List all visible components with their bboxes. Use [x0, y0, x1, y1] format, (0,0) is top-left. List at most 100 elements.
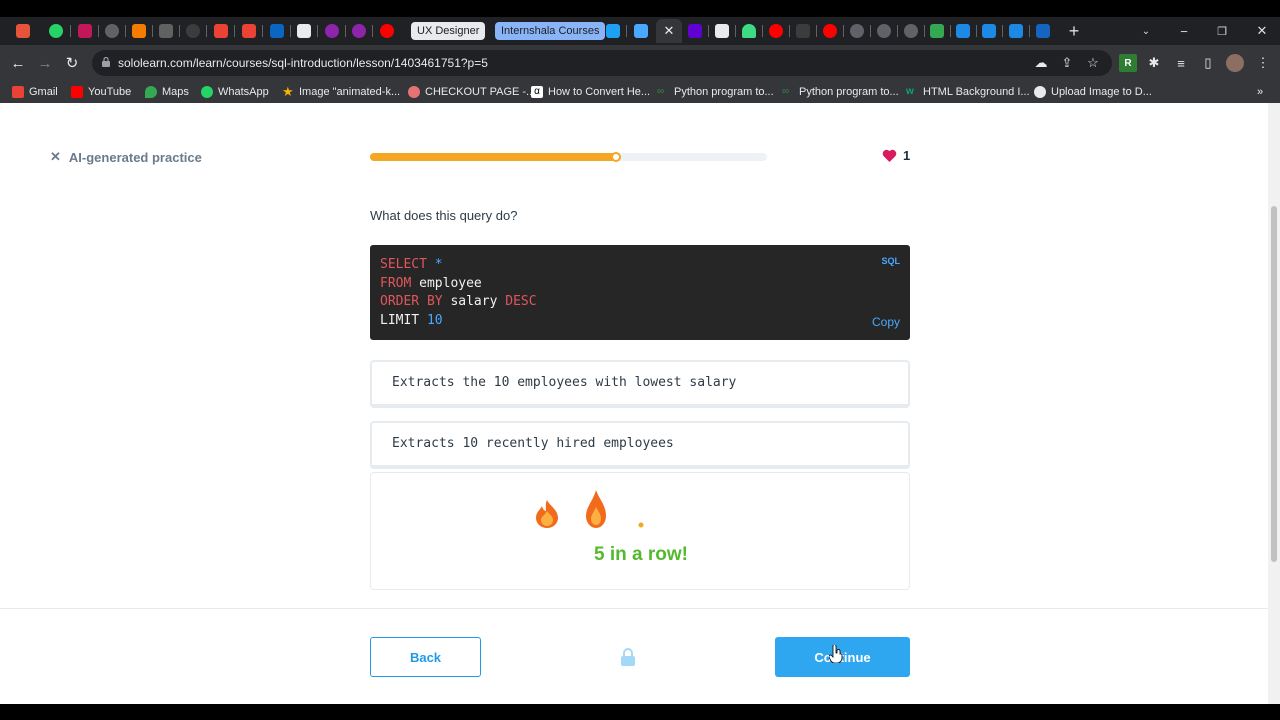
code-block: SQL SELECT * FROM employee ORDER BY sala…	[370, 245, 910, 340]
tab[interactable]	[295, 21, 313, 41]
tab[interactable]	[632, 21, 650, 41]
youtube-icon	[71, 86, 83, 98]
bookmark-how-to-convert[interactable]: α How to Convert He...	[531, 84, 650, 100]
github-icon	[186, 24, 200, 38]
tab[interactable]	[1034, 21, 1052, 41]
tab[interactable]	[1007, 21, 1025, 41]
bookmark-upload-image[interactable]: Upload Image to D...	[1034, 84, 1152, 100]
extensions-puzzle-icon[interactable]: ✱	[1145, 54, 1163, 72]
bookmark-youtube[interactable]: YouTube	[71, 84, 131, 100]
tab[interactable]	[713, 21, 731, 41]
tab[interactable]	[14, 21, 32, 41]
media-queue-icon[interactable]: ≡	[1172, 54, 1190, 72]
restore-button[interactable]: ❐	[1210, 21, 1234, 41]
gmail-icon	[242, 24, 256, 38]
bookmarks-overflow-button[interactable]: »	[1257, 84, 1263, 100]
minimize-button[interactable]: −	[1172, 21, 1196, 41]
tab-group-ux-designer[interactable]: UX Designer	[411, 22, 486, 40]
globe-icon	[1034, 86, 1046, 98]
bookmark-python-2[interactable]: ∞ Python program to...	[782, 84, 899, 100]
share-icon[interactable]: ⇪	[1058, 54, 1076, 72]
sheets-icon	[930, 24, 944, 38]
bookmark-checkout[interactable]: CHECKOUT PAGE -...	[408, 84, 535, 100]
close-practice-button[interactable]: ✕ AI-generated practice	[50, 149, 202, 165]
url-text[interactable]: sololearn.com/learn/courses/sql-introduc…	[118, 56, 488, 70]
tab-search-chevron-icon[interactable]: ⌄	[1134, 21, 1158, 41]
tab[interactable]	[902, 21, 920, 41]
tab[interactable]	[686, 21, 704, 41]
footer-divider	[0, 608, 1268, 609]
tab[interactable]	[980, 21, 998, 41]
bookmark-whatsapp[interactable]: WhatsApp	[201, 84, 269, 100]
bookmark-label: HTML Background I...	[923, 86, 1030, 98]
bookmark-label: CHECKOUT PAGE -...	[425, 86, 536, 98]
progress-fill	[370, 153, 616, 161]
extension-r-icon[interactable]: R	[1119, 54, 1137, 72]
reload-icon[interactable]: ↻	[62, 53, 82, 73]
progress-bar	[370, 152, 767, 162]
star-icon: ★	[282, 84, 294, 99]
app-tab-icon	[634, 24, 648, 38]
forward-arrow-icon[interactable]: →	[35, 53, 55, 73]
globe-icon	[877, 24, 891, 38]
heart-icon	[882, 149, 897, 162]
close-tab-icon[interactable]: ✕	[664, 23, 675, 39]
bookmark-html-background[interactable]: w HTML Background I...	[906, 84, 1030, 100]
tab[interactable]	[47, 21, 65, 41]
whatsapp-icon	[49, 24, 63, 38]
bookmark-label: Maps	[162, 86, 189, 98]
tab[interactable]	[875, 21, 893, 41]
answer-option[interactable]: Extracts the 10 employees with lowest sa…	[370, 360, 910, 408]
bookmark-python-1[interactable]: ∞ Python program to...	[657, 84, 774, 100]
close-icon[interactable]: ✕	[50, 149, 61, 165]
tab[interactable]	[848, 21, 866, 41]
bookmark-star-icon[interactable]: ☆	[1084, 54, 1102, 72]
app-tab-icon	[16, 24, 30, 38]
tab[interactable]	[928, 21, 946, 41]
address-bar[interactable]: sololearn.com/learn/courses/sql-introduc…	[92, 50, 1112, 76]
bookmark-gmail[interactable]: Gmail	[12, 84, 58, 100]
tab[interactable]	[76, 21, 94, 41]
tab-active[interactable]: ✕	[656, 19, 682, 43]
tab[interactable]	[767, 21, 785, 41]
tab[interactable]	[794, 21, 812, 41]
tab[interactable]	[954, 21, 972, 41]
tab[interactable]	[378, 21, 396, 41]
tab[interactable]	[103, 21, 121, 41]
back-button[interactable]: Back	[370, 637, 481, 677]
avatar[interactable]	[1226, 54, 1244, 72]
tab[interactable]	[184, 21, 202, 41]
new-tab-button[interactable]: +	[1062, 21, 1086, 41]
progress-indicator	[611, 152, 621, 162]
scrollbar[interactable]	[1268, 103, 1280, 704]
close-window-button[interactable]: ✕	[1250, 21, 1274, 41]
gfg-icon: ∞	[657, 86, 665, 97]
side-panel-icon[interactable]: ▯	[1199, 54, 1217, 72]
answer-option[interactable]: Extracts 10 recently hired employees	[370, 421, 910, 469]
scrollbar-thumb[interactable]	[1271, 206, 1277, 562]
kebab-menu-icon[interactable]: ⋮	[1254, 54, 1272, 72]
tab[interactable]	[604, 21, 622, 41]
browser-window: UX Designer Internshala Courses ✕ + ⌄ − …	[0, 0, 1280, 720]
tab[interactable]	[323, 21, 341, 41]
tab[interactable]	[268, 21, 286, 41]
bookmark-label: WhatsApp	[218, 86, 269, 98]
tab[interactable]	[821, 21, 839, 41]
back-arrow-icon[interactable]: ←	[8, 53, 28, 73]
lives-count: 1	[903, 148, 911, 163]
copy-code-button[interactable]: Copy	[872, 315, 900, 329]
tab[interactable]	[740, 21, 758, 41]
bookmark-label: Python program to...	[799, 86, 899, 98]
bookmark-maps[interactable]: Maps	[145, 84, 189, 100]
tab[interactable]	[350, 21, 368, 41]
tab[interactable]	[130, 21, 148, 41]
tab[interactable]	[240, 21, 258, 41]
cloud-icon[interactable]: ☁	[1032, 54, 1050, 72]
alpha-icon: α	[531, 86, 543, 98]
tab[interactable]	[212, 21, 230, 41]
tab-group-internshala-courses[interactable]: Internshala Courses	[495, 22, 606, 40]
tab[interactable]	[157, 21, 175, 41]
bookmark-image[interactable]: ★ Image "animated-k...	[282, 84, 400, 100]
globe-icon	[904, 24, 918, 38]
lock-icon	[102, 57, 110, 67]
